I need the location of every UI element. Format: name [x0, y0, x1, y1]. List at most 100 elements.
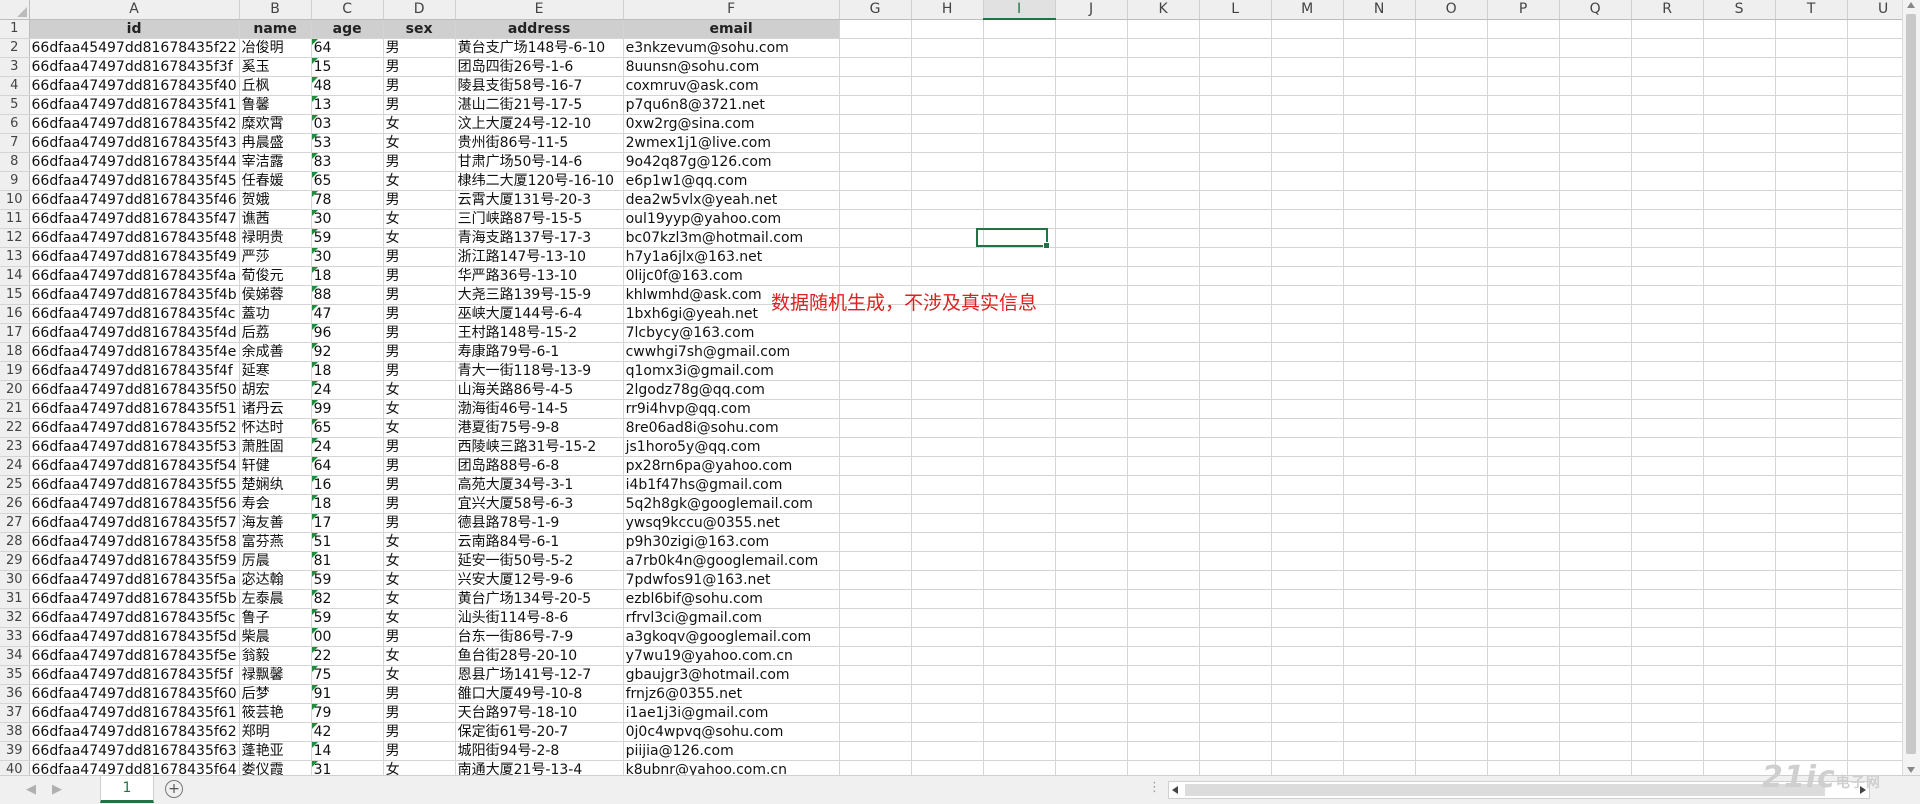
- cell[interactable]: [839, 570, 912, 590]
- cell-email[interactable]: cwwhgi7sh@gmail.com: [623, 342, 840, 362]
- cell[interactable]: [1415, 266, 1488, 286]
- cell[interactable]: [1775, 741, 1848, 761]
- cell[interactable]: [911, 380, 984, 400]
- cell[interactable]: [1703, 76, 1776, 96]
- cell[interactable]: [1775, 570, 1848, 590]
- cell[interactable]: [1271, 513, 1344, 533]
- cell-email[interactable]: 2lgodz78g@qq.com: [623, 380, 840, 400]
- cell[interactable]: [1127, 703, 1200, 723]
- cell[interactable]: [1631, 437, 1704, 457]
- cell[interactable]: [1127, 760, 1200, 775]
- cell[interactable]: [1559, 209, 1632, 229]
- cell[interactable]: [1631, 209, 1704, 229]
- cell[interactable]: [911, 342, 984, 362]
- cell[interactable]: [1127, 342, 1200, 362]
- cell-email[interactable]: i4b1f47hs@gmail.com: [623, 475, 840, 495]
- cell[interactable]: [911, 475, 984, 495]
- cell-id[interactable]: 66dfaa47497dd81678435f5d: [29, 627, 240, 647]
- cell[interactable]: [1343, 380, 1416, 400]
- cell[interactable]: [1055, 171, 1128, 191]
- cell[interactable]: [1487, 437, 1560, 457]
- cell-sex[interactable]: 女: [383, 380, 456, 400]
- cell[interactable]: [1631, 665, 1704, 685]
- cell[interactable]: [983, 57, 1056, 77]
- cell-id[interactable]: 66dfaa47497dd81678435f48: [29, 228, 240, 248]
- cell[interactable]: [911, 399, 984, 419]
- cell[interactable]: [1415, 285, 1488, 305]
- cell-address[interactable]: 宜兴大厦58号-6-3: [455, 494, 624, 514]
- cell[interactable]: [1559, 380, 1632, 400]
- cell[interactable]: [1775, 608, 1848, 628]
- cell[interactable]: [1559, 532, 1632, 552]
- cell-id[interactable]: 66dfaa47497dd81678435f64: [29, 760, 240, 775]
- cell-email[interactable]: rfrvl3ci@gmail.com: [623, 608, 840, 628]
- cell-email[interactable]: 0xw2rg@sina.com: [623, 114, 840, 134]
- cell-age[interactable]: 92: [311, 342, 384, 362]
- cell[interactable]: [1775, 589, 1848, 609]
- cell[interactable]: [1343, 532, 1416, 552]
- cell-age[interactable]: 30: [311, 247, 384, 267]
- cell[interactable]: [839, 361, 912, 381]
- cell-id[interactable]: 66dfaa47497dd81678435f61: [29, 703, 240, 723]
- cell[interactable]: [1559, 38, 1632, 58]
- cell-id[interactable]: 66dfaa47497dd81678435f44: [29, 152, 240, 172]
- cell-address[interactable]: 城阳街94号-2-8: [455, 741, 624, 761]
- cell[interactable]: [1343, 228, 1416, 248]
- cell[interactable]: [1631, 152, 1704, 172]
- cell[interactable]: [839, 228, 912, 248]
- cell[interactable]: [1487, 456, 1560, 476]
- cell[interactable]: [911, 228, 984, 248]
- cell[interactable]: [1127, 646, 1200, 666]
- cell-name[interactable]: 厉晨: [239, 551, 312, 571]
- cell-email[interactable]: ezbl6bif@sohu.com: [623, 589, 840, 609]
- cell[interactable]: [1415, 456, 1488, 476]
- cell-name[interactable]: 侯娣蓉: [239, 285, 312, 305]
- scroll-left-icon[interactable]: [1172, 786, 1178, 794]
- cell-sex[interactable]: 男: [383, 513, 456, 533]
- cell[interactable]: [1343, 589, 1416, 609]
- cell[interactable]: [1559, 608, 1632, 628]
- cell[interactable]: [1271, 570, 1344, 590]
- cell[interactable]: [1775, 57, 1848, 77]
- cell[interactable]: [1775, 475, 1848, 495]
- cell-age[interactable]: 78: [311, 190, 384, 210]
- scroll-thumb[interactable]: [1906, 14, 1916, 754]
- cell[interactable]: [1487, 209, 1560, 229]
- cell[interactable]: [839, 703, 912, 723]
- cell-id[interactable]: 66dfaa47497dd81678435f5b: [29, 589, 240, 609]
- cell-age[interactable]: 99: [311, 399, 384, 419]
- cell[interactable]: [1631, 361, 1704, 381]
- cell[interactable]: [839, 456, 912, 476]
- header-cell-name[interactable]: name: [239, 19, 312, 39]
- cell[interactable]: [911, 570, 984, 590]
- cell[interactable]: [1631, 475, 1704, 495]
- cell[interactable]: [1055, 437, 1128, 457]
- cell[interactable]: [1055, 456, 1128, 476]
- row-header[interactable]: 39: [0, 741, 30, 761]
- cell-sex[interactable]: 男: [383, 152, 456, 172]
- cell[interactable]: [1559, 285, 1632, 305]
- cell-address[interactable]: 陵县支街58号-16-7: [455, 76, 624, 96]
- prev-sheet-icon[interactable]: ◀: [26, 782, 36, 797]
- cell[interactable]: [1271, 133, 1344, 153]
- cell[interactable]: [1055, 646, 1128, 666]
- cell-email[interactable]: 7lcbycy@163.com: [623, 323, 840, 343]
- cell[interactable]: [1271, 399, 1344, 419]
- column-header-p[interactable]: P: [1487, 0, 1560, 20]
- cell[interactable]: [1631, 513, 1704, 533]
- cell[interactable]: [1199, 323, 1272, 343]
- cell-address[interactable]: 德县路78号-1-9: [455, 513, 624, 533]
- cell[interactable]: [1127, 399, 1200, 419]
- sheet-table[interactable]: ABCDEFGHIJKLMNOPQRSTU 1 id name age sex addre…: [0, 0, 1920, 775]
- cell[interactable]: [983, 209, 1056, 229]
- cell[interactable]: [1127, 304, 1200, 324]
- cell[interactable]: [1559, 570, 1632, 590]
- cell[interactable]: [1703, 532, 1776, 552]
- cell[interactable]: [1703, 152, 1776, 172]
- cell[interactable]: [1127, 247, 1200, 267]
- cell[interactable]: [1487, 266, 1560, 286]
- cell-name[interactable]: 冉晨盛: [239, 133, 312, 153]
- cell[interactable]: [1055, 475, 1128, 495]
- cell[interactable]: [839, 76, 912, 96]
- cell[interactable]: [1127, 494, 1200, 514]
